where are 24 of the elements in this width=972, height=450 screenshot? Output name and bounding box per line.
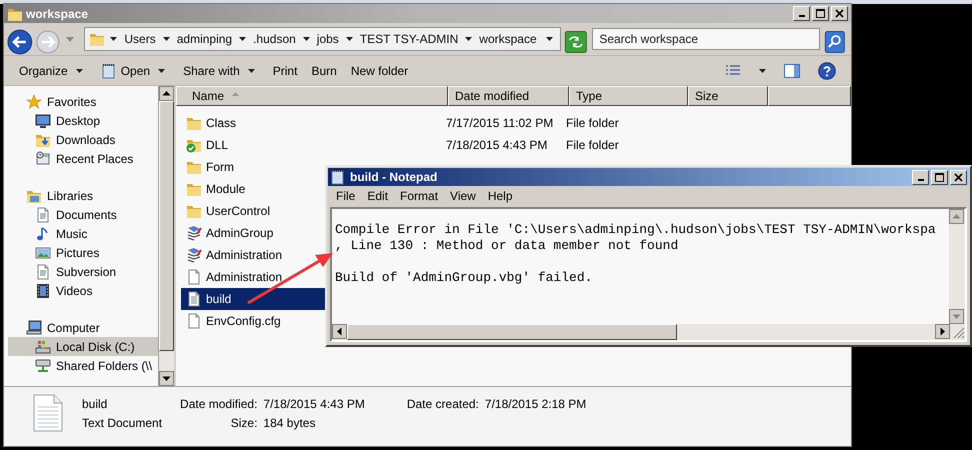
date-cell-text: 7/17/2015 11:02 PM	[445, 116, 554, 130]
detail-value: 7/18/2015 4:43 PM	[263, 397, 365, 411]
file-name: Class	[206, 116, 236, 130]
window-title: build - Notepad	[350, 170, 438, 184]
file-name: UserControl	[206, 204, 270, 218]
file-name: Form	[206, 160, 234, 174]
file-name: Administration	[206, 248, 282, 262]
type-cell-text: File folder	[565, 138, 620, 152]
file-name: Module	[206, 182, 246, 196]
detail-value: 7/18/2015 2:18 PM	[484, 397, 586, 411]
detail-label: Date created:	[406, 397, 479, 411]
type-cell-text: File folder	[565, 116, 620, 130]
file-name: DLL	[206, 138, 228, 152]
detail-label: Date modified:	[180, 397, 258, 411]
date-cell-text: 7/18/2015 4:43 PM	[445, 138, 548, 152]
file-name: build	[82, 397, 108, 411]
file-name: AdminGroup	[206, 226, 274, 240]
file-name: EnvConfig.cfg	[206, 314, 281, 328]
file-type: Text Document	[82, 416, 162, 430]
detail-label: Size:	[230, 416, 258, 430]
detail-value: 184 bytes	[263, 416, 316, 430]
file-name: build	[206, 292, 232, 306]
window-title: workspace	[26, 6, 90, 20]
file-name: Administration	[206, 270, 282, 284]
